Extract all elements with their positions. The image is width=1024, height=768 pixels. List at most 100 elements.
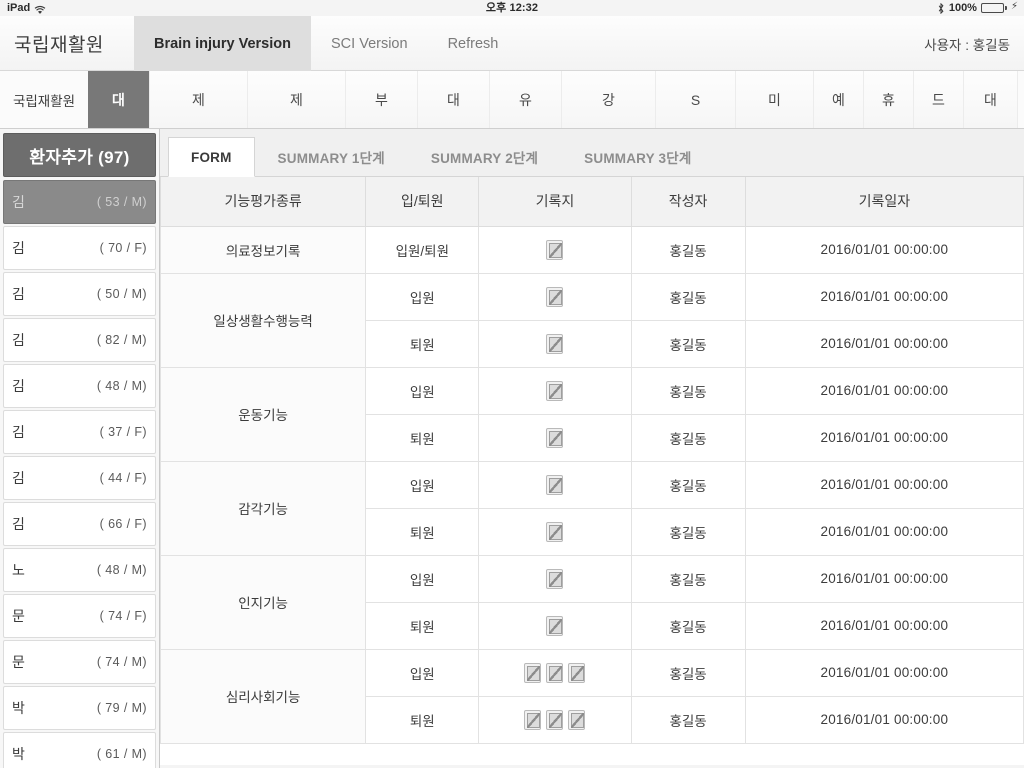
record-document-icon[interactable] <box>546 615 564 636</box>
record-document-icon[interactable] <box>546 427 564 448</box>
record-date-cell: 2016/01/01 00:00:00 <box>744 507 1024 556</box>
table-row: 의료정보기록 입원/퇴원 홍길동 2016/01/01 00:00:00 <box>160 225 1024 274</box>
patient-list-item[interactable]: 문 ( 74 / M) <box>3 640 156 684</box>
secondary-nav-brand: 국립재활원 <box>12 93 76 109</box>
patient-name: 박 <box>12 700 25 716</box>
secondary-nav-item-8[interactable]: 미 <box>736 71 814 128</box>
patient-name: 김 <box>12 470 25 486</box>
record-document-icon[interactable] <box>546 521 564 542</box>
table-row: 일상생활수행능력 입원 홍길동 2016/01/01 00:00:00 <box>160 272 1024 368</box>
ios-status-bar: iPad 오후 12:32 100% ⚡ <box>0 0 1024 16</box>
status-bar-right: 100% ⚡ <box>937 0 1018 16</box>
record-doc-cell <box>478 601 632 650</box>
patient-list-item[interactable]: 김 ( 48 / M) <box>3 364 156 408</box>
record-doc-cell <box>478 366 632 415</box>
record-date-cell: 2016/01/01 00:00:00 <box>744 272 1024 321</box>
author-cell: 홍길동 <box>630 319 746 368</box>
record-document-icon[interactable] <box>568 709 586 730</box>
patient-age-sex: ( 79 / M) <box>96 701 147 715</box>
patient-list-item[interactable]: 김 ( 66 / F) <box>3 502 156 546</box>
assessment-category-cell: 인지기능 <box>160 554 367 650</box>
secondary-nav-item-12[interactable]: 대 <box>964 71 1018 128</box>
main-content: FORM SUMMARY 1단계 SUMMARY 2단계 SUMMARY 3단계 기능… <box>160 129 1024 768</box>
secondary-nav-item-9[interactable]: 예 <box>814 71 864 128</box>
record-document-icon[interactable] <box>546 239 564 260</box>
secondary-nav-item-3[interactable]: 부 <box>346 71 418 128</box>
record-doc-icon-group <box>479 286 630 307</box>
secondary-nav-item-2[interactable]: 제 <box>248 71 346 128</box>
record-document-icon[interactable] <box>524 709 542 730</box>
form-tab-3[interactable]: SUMMARY 3단계 <box>561 136 714 176</box>
record-doc-icon-group <box>479 427 630 448</box>
assessment-category-cell: 의료정보기록 <box>160 225 367 274</box>
add-patient-button[interactable]: 환자추가 (97) <box>3 133 156 177</box>
secondary-nav-item-0[interactable]: 대 <box>88 71 150 128</box>
patient-list-item[interactable]: 김 ( 53 / M) <box>3 180 156 224</box>
record-doc-cell <box>478 413 632 462</box>
assessment-category-cell: 감각기능 <box>160 460 367 556</box>
record-doc-cell <box>478 554 632 603</box>
record-document-icon[interactable] <box>546 474 564 495</box>
author-cell: 홍길동 <box>630 225 746 274</box>
record-date-cell: 2016/01/01 00:00:00 <box>744 225 1024 274</box>
patient-age-sex: ( 48 / M) <box>96 379 147 393</box>
column-header-2: 기록지 <box>478 177 632 227</box>
record-document-icon[interactable] <box>546 286 564 307</box>
secondary-nav-item-7[interactable]: S <box>656 71 736 128</box>
patient-list-item[interactable]: 노 ( 48 / M) <box>3 548 156 592</box>
column-header-4: 기록일자 <box>744 177 1024 227</box>
record-doc-cell <box>478 272 632 321</box>
record-date-cell: 2016/01/01 00:00:00 <box>744 601 1024 650</box>
patient-list-item[interactable]: 김 ( 44 / F) <box>3 456 156 500</box>
secondary-nav-item-6[interactable]: 강 <box>562 71 656 128</box>
admission-type-cell: 입원 <box>365 554 480 603</box>
patient-list-item[interactable]: 김 ( 82 / M) <box>3 318 156 362</box>
patient-list-item[interactable]: 김 ( 37 / F) <box>3 410 156 454</box>
record-doc-icon-group <box>479 568 630 589</box>
secondary-nav-bar: 국립재활원 대제제부대유강S미예휴드대 <box>0 71 1024 129</box>
top-app-bar: 국립재활원 Brain injury Version SCI Version Ref… <box>0 16 1024 71</box>
patient-list-item[interactable]: 박 ( 61 / M) <box>3 732 156 768</box>
top-nav-item-1[interactable]: SCI Version <box>311 16 428 71</box>
record-document-icon[interactable] <box>546 333 564 354</box>
form-tab-1[interactable]: SUMMARY 1단계 <box>255 136 408 176</box>
secondary-nav-item-4[interactable]: 대 <box>418 71 490 128</box>
patient-list-item[interactable]: 김 ( 50 / M) <box>3 272 156 316</box>
record-document-icon[interactable] <box>524 662 542 683</box>
patient-age-sex: ( 74 / M) <box>96 655 147 669</box>
record-document-icon[interactable] <box>546 380 564 401</box>
records-table-header-row: 기능평가종류 입/퇴원 기록지 작성자 기록일자 <box>160 177 1024 227</box>
form-tab-0[interactable]: FORM <box>168 137 255 177</box>
patient-list-item[interactable]: 박 ( 79 / M) <box>3 686 156 730</box>
assessment-category-cell: 운동기능 <box>160 366 367 462</box>
record-document-icon[interactable] <box>568 662 586 683</box>
author-cell: 홍길동 <box>630 366 746 415</box>
admission-type-cell: 입원 <box>365 366 480 415</box>
record-doc-cell <box>478 695 632 744</box>
form-tab-2[interactable]: SUMMARY 2단계 <box>408 136 561 176</box>
patient-age-sex: ( 37 / F) <box>99 425 147 439</box>
secondary-nav-item-1[interactable]: 제 <box>150 71 248 128</box>
patient-list[interactable]: 김 ( 53 / M) 김 ( 70 / F) 김 ( 50 / M) 김 ( … <box>0 180 159 768</box>
patient-sidebar[interactable]: 환자추가 (97) 김 ( 53 / M) 김 ( 70 / F) 김 ( 50… <box>0 129 160 768</box>
author-cell: 홍길동 <box>630 460 746 509</box>
author-cell: 홍길동 <box>630 648 746 697</box>
secondary-nav-item-5[interactable]: 유 <box>490 71 562 128</box>
record-date-cell: 2016/01/01 00:00:00 <box>744 460 1024 509</box>
record-document-icon[interactable] <box>546 709 564 730</box>
patient-list-item[interactable]: 김 ( 70 / F) <box>3 226 156 270</box>
secondary-nav-item-10[interactable]: 휴 <box>864 71 914 128</box>
author-cell: 홍길동 <box>630 272 746 321</box>
secondary-nav-item-11[interactable]: 드 <box>914 71 964 128</box>
record-doc-icon-group <box>479 662 630 683</box>
patient-age-sex: ( 66 / F) <box>99 517 147 531</box>
patient-age-sex: ( 70 / F) <box>99 241 147 255</box>
record-doc-icon-group <box>479 615 630 636</box>
record-document-icon[interactable] <box>546 568 564 589</box>
top-nav-item-2[interactable]: Refresh <box>428 16 519 71</box>
record-document-icon[interactable] <box>546 662 564 683</box>
patient-age-sex: ( 82 / M) <box>96 333 147 347</box>
top-nav-item-0[interactable]: Brain injury Version <box>134 16 311 71</box>
patient-list-item[interactable]: 문 ( 74 / F) <box>3 594 156 638</box>
patient-age-sex: ( 74 / F) <box>99 609 147 623</box>
